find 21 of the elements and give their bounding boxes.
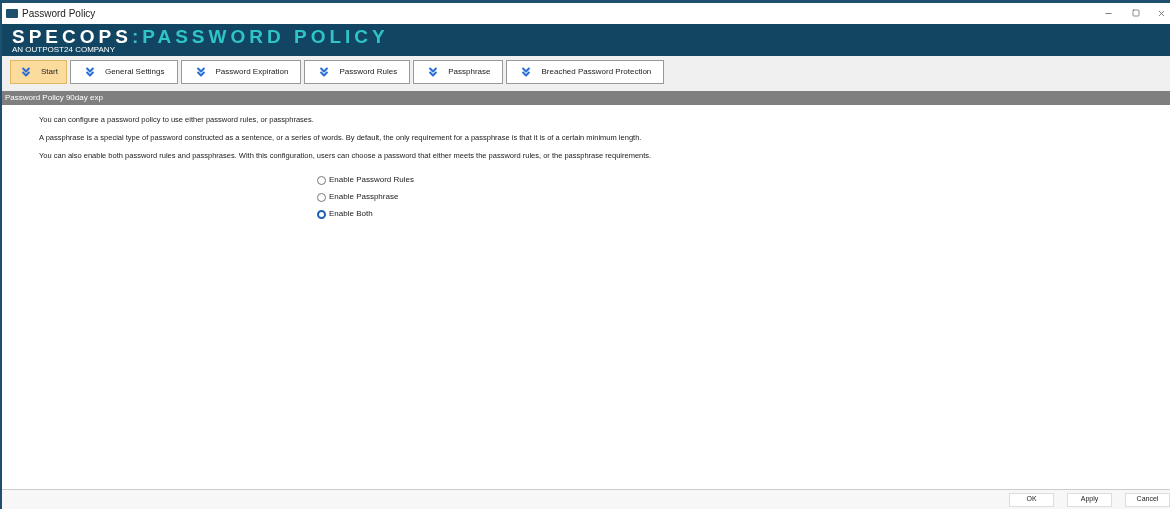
wizard-tab[interactable]: Start — [10, 60, 67, 84]
radio-option[interactable]: Enable Passphrase — [317, 191, 399, 203]
radio-button[interactable] — [317, 192, 326, 202]
restore-icon[interactable] — [1132, 9, 1140, 17]
product-title: :PASSWORD POLICY — [131, 26, 389, 46]
brand-logo: SPECOPS — [12, 26, 132, 46]
brand-tagline: AN OUTPOST24 COMPANY — [12, 45, 116, 54]
app-icon — [6, 8, 18, 18]
wizard-tab[interactable]: General Settings — [69, 60, 178, 84]
wizard-tab[interactable]: Password Expiration — [180, 60, 302, 84]
radio-option[interactable]: Enable Both — [317, 208, 373, 220]
wizard-tab[interactable]: Breached Password Protection — [506, 60, 665, 84]
chevrons-down-icon — [19, 65, 33, 79]
wizard-tab[interactable]: Passphrase — [413, 60, 504, 84]
window-title: Password Policy — [22, 6, 96, 21]
radio-option[interactable]: Enable Password Rules — [317, 174, 414, 186]
policy-name: Password Policy 90day exp — [5, 92, 103, 104]
radio-button[interactable] — [317, 175, 326, 185]
close-icon[interactable] — [1157, 8, 1166, 18]
radio-button[interactable] — [317, 209, 326, 219]
wizard-tab[interactable]: Password Rules — [304, 60, 411, 84]
